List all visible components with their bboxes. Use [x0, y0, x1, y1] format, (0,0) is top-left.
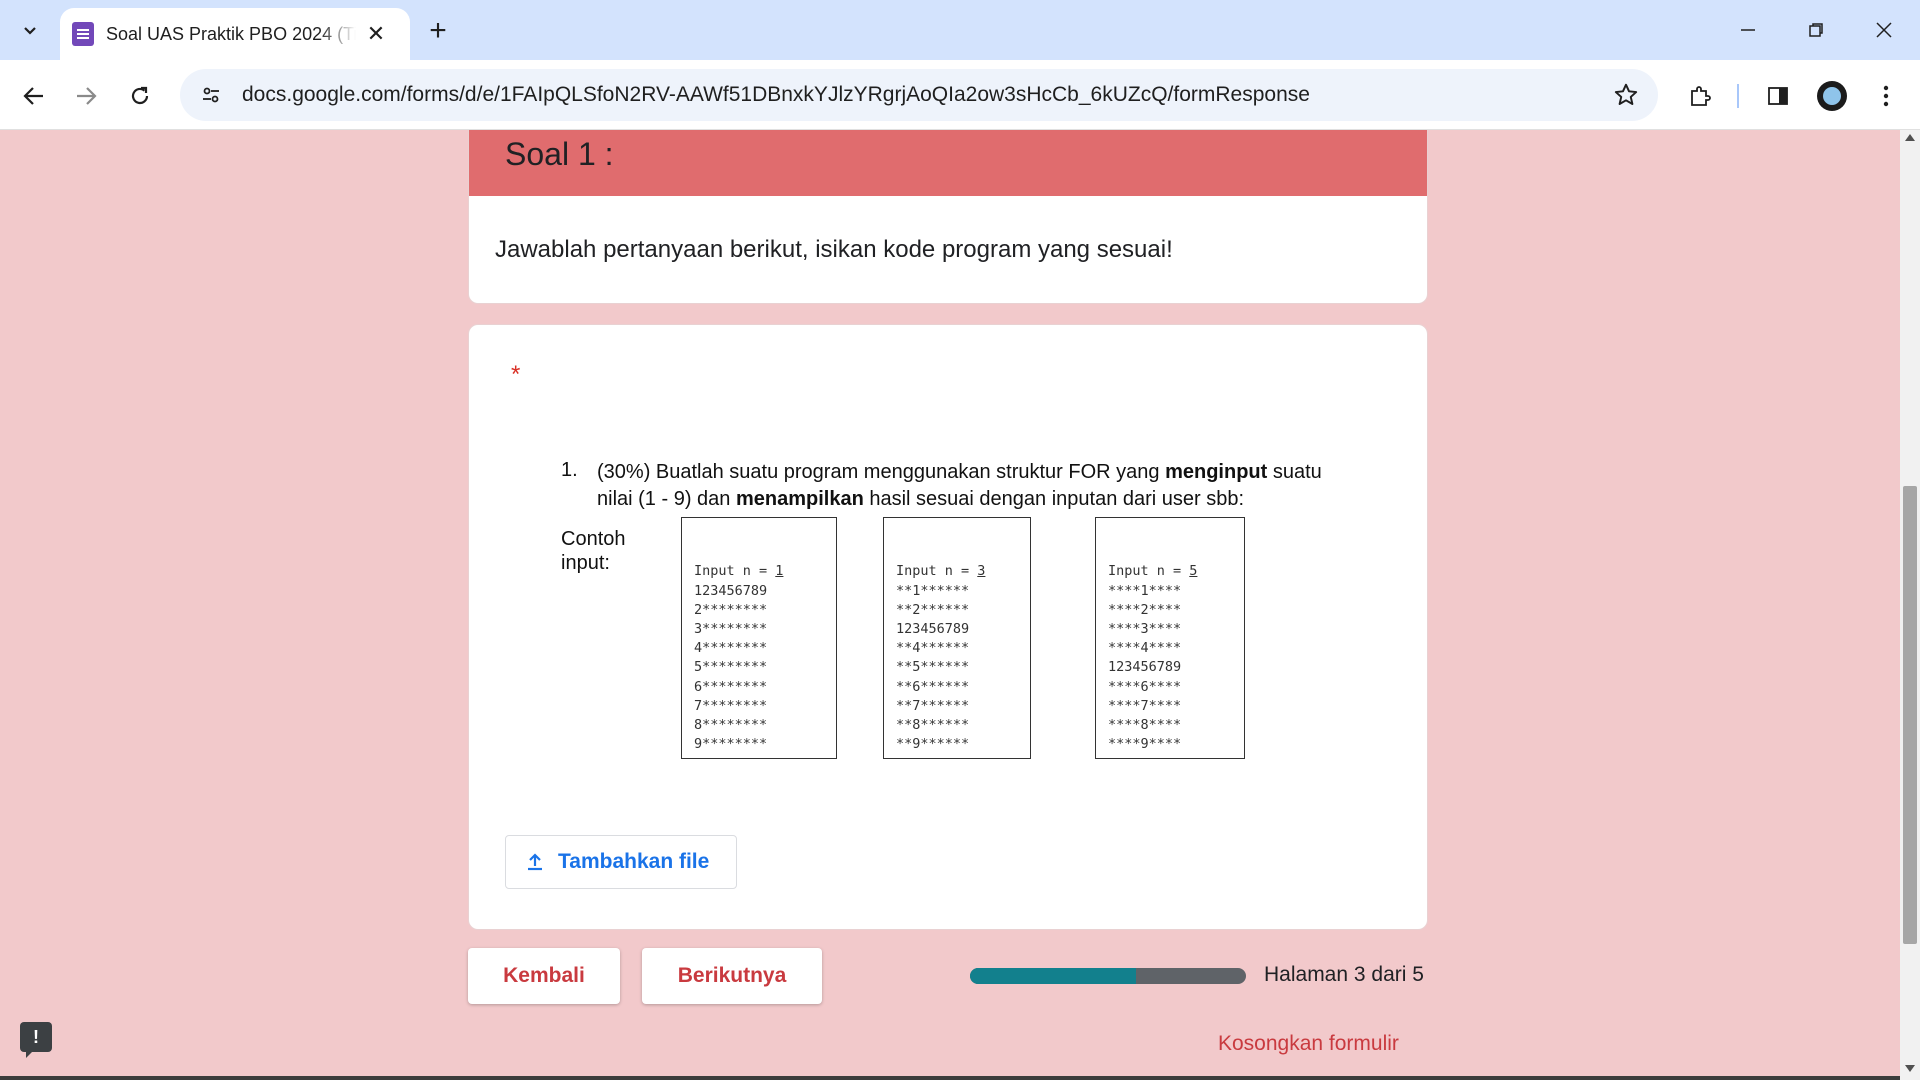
tab-search-button[interactable]: [10, 10, 50, 50]
example-output-box: Input n = 5 ****1**** ****2**** ****3****…: [1095, 517, 1245, 759]
puzzle-icon: [1691, 86, 1711, 106]
section-title: Soal 1 :: [505, 136, 614, 172]
question-number: 1.: [561, 459, 578, 481]
site-info-icon[interactable]: [194, 78, 228, 112]
example-header-text: Input n =: [1108, 563, 1190, 580]
browser-tab[interactable]: Soal UAS Praktik PBO 2024 (Tipe ✕: [60, 8, 410, 60]
minimize-icon: [1741, 29, 1755, 31]
example-lines: 123456789 2******** 3******** 4******** …: [694, 582, 768, 753]
restore-button[interactable]: [1796, 14, 1836, 46]
bookmark-star-icon[interactable]: [1612, 81, 1640, 109]
example-n-value: 3: [977, 563, 986, 580]
reload-icon: [131, 86, 149, 105]
example-label: Contoh input:: [561, 528, 626, 574]
section-description: Jawablah pertanyaan berikut, isikan kode…: [495, 236, 1173, 263]
question-text-part: (30%) Buatlah suatu program menggunakan …: [597, 461, 1166, 483]
example-n-value: 1: [775, 563, 784, 580]
example-header: Input n = 1: [694, 562, 836, 581]
question-text-bold: menginput: [1165, 461, 1268, 483]
feedback-button[interactable]: !: [20, 1022, 52, 1058]
question-text-part: hasil sesuai dengan inputan dari user sb…: [863, 488, 1245, 510]
close-icon: [1876, 22, 1892, 38]
example-output-box: Input n = 3 **1****** **2****** 123456789…: [883, 517, 1031, 759]
section-header-bar: Soal 1 :: [469, 130, 1427, 196]
upload-icon: [524, 851, 546, 873]
section-header-card: Soal 1 : Jawablah pertanyaan berikut, is…: [468, 130, 1428, 304]
side-panel-icon: [1768, 87, 1788, 105]
scroll-thumb[interactable]: [1903, 486, 1917, 944]
progress-bar: [970, 968, 1246, 984]
profile-button[interactable]: [1812, 76, 1852, 116]
example-header: Input n = 3: [896, 562, 1030, 581]
next-button[interactable]: Berikutnya: [642, 948, 822, 1004]
example-lines: ****1**** ****2**** ****3**** ****4**** …: [1108, 582, 1182, 753]
required-indicator: *: [511, 361, 521, 388]
example-output-box: Input n = 1 123456789 2******** 3********…: [681, 517, 837, 759]
browser-toolbar: docs.google.com/forms/d/e/1FAIpQLSfoN2RV…: [0, 60, 1920, 130]
arrow-right-icon: [77, 87, 97, 105]
add-file-button[interactable]: Tambahkan file: [505, 835, 737, 889]
close-tab-icon[interactable]: ✕: [362, 21, 390, 47]
example-header: Input n = 5: [1108, 562, 1244, 581]
example-header-text: Input n =: [896, 563, 978, 580]
reload-button[interactable]: [120, 76, 160, 116]
page-indicator: Halaman 3 dari 5: [1264, 963, 1424, 986]
back-form-button[interactable]: Kembali: [468, 948, 620, 1004]
example-header-text: Input n =: [694, 563, 776, 580]
tab-title: Soal UAS Praktik PBO 2024 (Tipe: [106, 23, 356, 44]
minimize-button[interactable]: [1728, 14, 1768, 46]
arrow-left-icon: [23, 87, 43, 105]
window-bottom-edge: [0, 1076, 1900, 1080]
scroll-up-arrow-icon[interactable]: [1905, 134, 1915, 141]
browser-menu-button[interactable]: [1866, 76, 1906, 116]
question-card: * 1. (30%) Buatlah suatu program menggun…: [468, 324, 1428, 930]
back-button[interactable]: [14, 76, 54, 116]
address-bar[interactable]: docs.google.com/forms/d/e/1FAIpQLSfoN2RV…: [180, 69, 1658, 121]
side-panel-button[interactable]: [1758, 76, 1798, 116]
url-text: docs.google.com/forms/d/e/1FAIpQLSfoN2RV…: [242, 83, 1310, 106]
example-n-value: 5: [1189, 563, 1198, 580]
question-text: (30%) Buatlah suatu program menggunakan …: [597, 459, 1337, 513]
chevron-down-icon: [24, 27, 36, 35]
feedback-icon: !: [33, 1026, 39, 1047]
tab-strip: Soal UAS Praktik PBO 2024 (Tipe ✕ +: [0, 0, 1920, 60]
extensions-button[interactable]: [1680, 76, 1720, 116]
restore-icon: [1809, 23, 1823, 37]
clear-form-link[interactable]: Kosongkan formulir: [1218, 1032, 1399, 1056]
question-image: 1. (30%) Buatlah suatu program menggunak…: [561, 459, 1341, 759]
new-tab-button[interactable]: +: [420, 14, 456, 50]
more-vert-icon: [1883, 85, 1889, 107]
question-text-bold: menampilkan: [735, 488, 864, 510]
progress-fill: [970, 968, 1136, 984]
page-scrollbar[interactable]: [1900, 130, 1920, 1080]
forward-button[interactable]: [66, 76, 106, 116]
scroll-down-arrow-icon[interactable]: [1905, 1065, 1915, 1072]
add-file-label: Tambahkan file: [558, 850, 710, 873]
google-forms-icon: [72, 22, 94, 46]
close-window-button[interactable]: [1864, 14, 1904, 46]
example-lines: **1****** **2****** 123456789 **4****** …: [896, 582, 970, 753]
toolbar-divider: [1737, 84, 1739, 108]
avatar: [1817, 81, 1847, 111]
